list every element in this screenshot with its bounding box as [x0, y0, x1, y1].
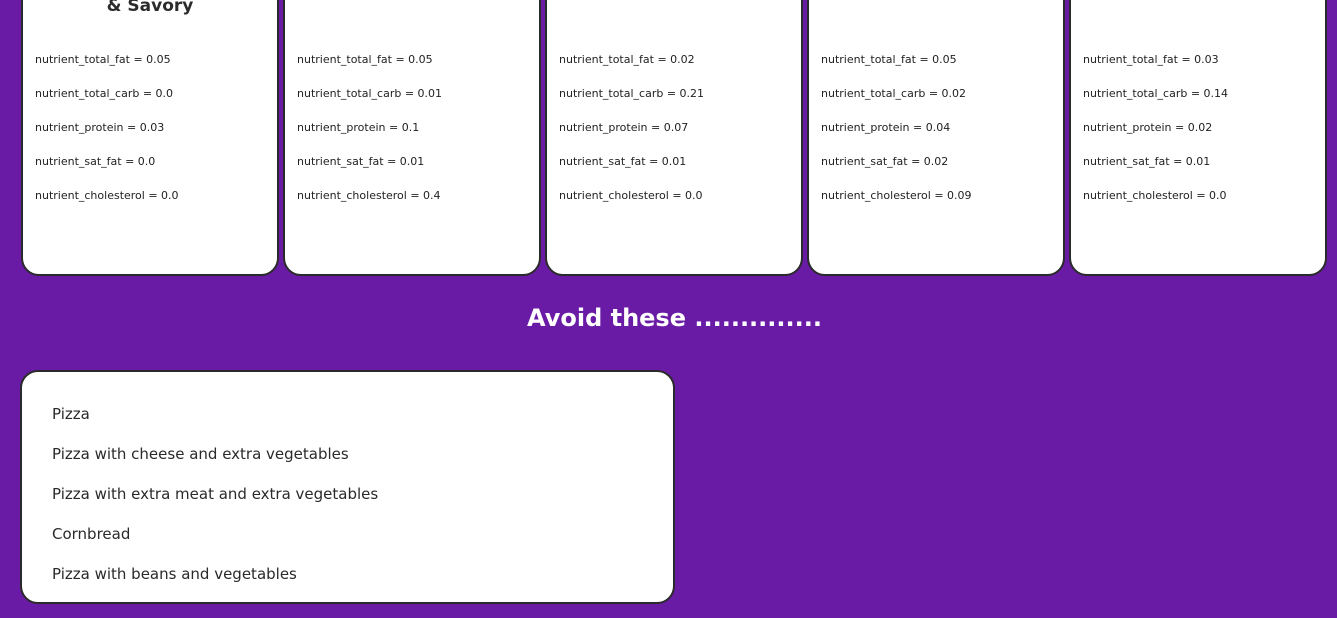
nutrient-list: nutrient_total_fat = 0.05 nutrient_total… — [297, 52, 442, 222]
nutrient-total-fat: nutrient_total_fat = 0.05 — [821, 53, 957, 66]
nutrient-list: nutrient_total_fat = 0.02 nutrient_total… — [559, 52, 704, 222]
nutrient-list: nutrient_total_fat = 0.05 nutrient_total… — [821, 52, 972, 222]
nutrient-protein: nutrient_protein = 0.1 — [297, 121, 420, 134]
nutrient-protein: nutrient_protein = 0.04 — [821, 121, 951, 134]
avoid-heading: Avoid these .............. — [526, 304, 822, 332]
nutrient-sat-fat: nutrient_sat_fat = 0.01 — [297, 155, 425, 168]
nutrient-total-fat: nutrient_total_fat = 0.03 — [1083, 53, 1219, 66]
nutrient-sat-fat: nutrient_sat_fat = 0.01 — [1083, 155, 1211, 168]
nutrient-sat-fat: nutrient_sat_fat = 0.02 — [821, 155, 949, 168]
nutrient-sat-fat: nutrient_sat_fat = 0.01 — [559, 155, 687, 168]
food-card: nutrient_total_fat = 0.02 nutrient_total… — [545, 0, 803, 276]
nutrient-protein: nutrient_protein = 0.07 — [559, 121, 689, 134]
nutrient-list: nutrient_total_fat = 0.05 nutrient_total… — [35, 52, 179, 222]
nutrient-cholesterol: nutrient_cholesterol = 0.4 — [297, 189, 441, 202]
avoid-list-item: Pizza with extra meat and extra vegetabl… — [52, 485, 379, 503]
food-card-title: Breakfast Sausage, Sweet & Savory — [106, 0, 194, 16]
avoid-list-item: Pizza with beans and vegetables — [52, 565, 297, 583]
food-card: Breakfast Sausage, Sweet & Savory nutrie… — [21, 0, 279, 276]
avoid-list-card: Pizza Pizza with cheese and extra vegeta… — [20, 370, 675, 604]
avoid-list: Pizza Pizza with cheese and extra vegeta… — [52, 404, 378, 604]
nutrient-total-fat: nutrient_total_fat = 0.05 — [297, 53, 433, 66]
food-card: nutrient_total_fat = 0.03 nutrient_total… — [1069, 0, 1327, 276]
nutrient-sat-fat: nutrient_sat_fat = 0.0 — [35, 155, 156, 168]
food-card: nutrient_total_fat = 0.05 nutrient_total… — [807, 0, 1065, 276]
nutrient-protein: nutrient_protein = 0.03 — [35, 121, 165, 134]
nutrient-cholesterol: nutrient_cholesterol = 0.0 — [35, 189, 179, 202]
nutrient-cholesterol: nutrient_cholesterol = 0.0 — [1083, 189, 1227, 202]
avoid-list-item: Pizza — [52, 405, 90, 423]
nutrient-total-carb: nutrient_total_carb = 0.0 — [35, 87, 174, 100]
nutrient-list: nutrient_total_fat = 0.03 nutrient_total… — [1083, 52, 1228, 222]
nutrient-total-carb: nutrient_total_carb = 0.21 — [559, 87, 705, 100]
nutrient-protein: nutrient_protein = 0.02 — [1083, 121, 1213, 134]
avoid-list-item: Pizza with cheese and extra vegetables — [52, 445, 349, 463]
nutrient-total-fat: nutrient_total_fat = 0.02 — [559, 53, 695, 66]
nutrient-total-fat: nutrient_total_fat = 0.05 — [35, 53, 171, 66]
nutrient-cholesterol: nutrient_cholesterol = 0.09 — [821, 189, 972, 202]
food-cards-row: Breakfast Sausage, Sweet & Savory nutrie… — [21, 0, 1327, 276]
food-card: nutrient_total_fat = 0.05 nutrient_total… — [283, 0, 541, 276]
nutrient-total-carb: nutrient_total_carb = 0.01 — [297, 87, 443, 100]
avoid-list-item: Cornbread — [52, 525, 131, 543]
nutrient-total-carb: nutrient_total_carb = 0.14 — [1083, 87, 1229, 100]
nutrient-cholesterol: nutrient_cholesterol = 0.0 — [559, 189, 703, 202]
nutrient-total-carb: nutrient_total_carb = 0.02 — [821, 87, 967, 100]
